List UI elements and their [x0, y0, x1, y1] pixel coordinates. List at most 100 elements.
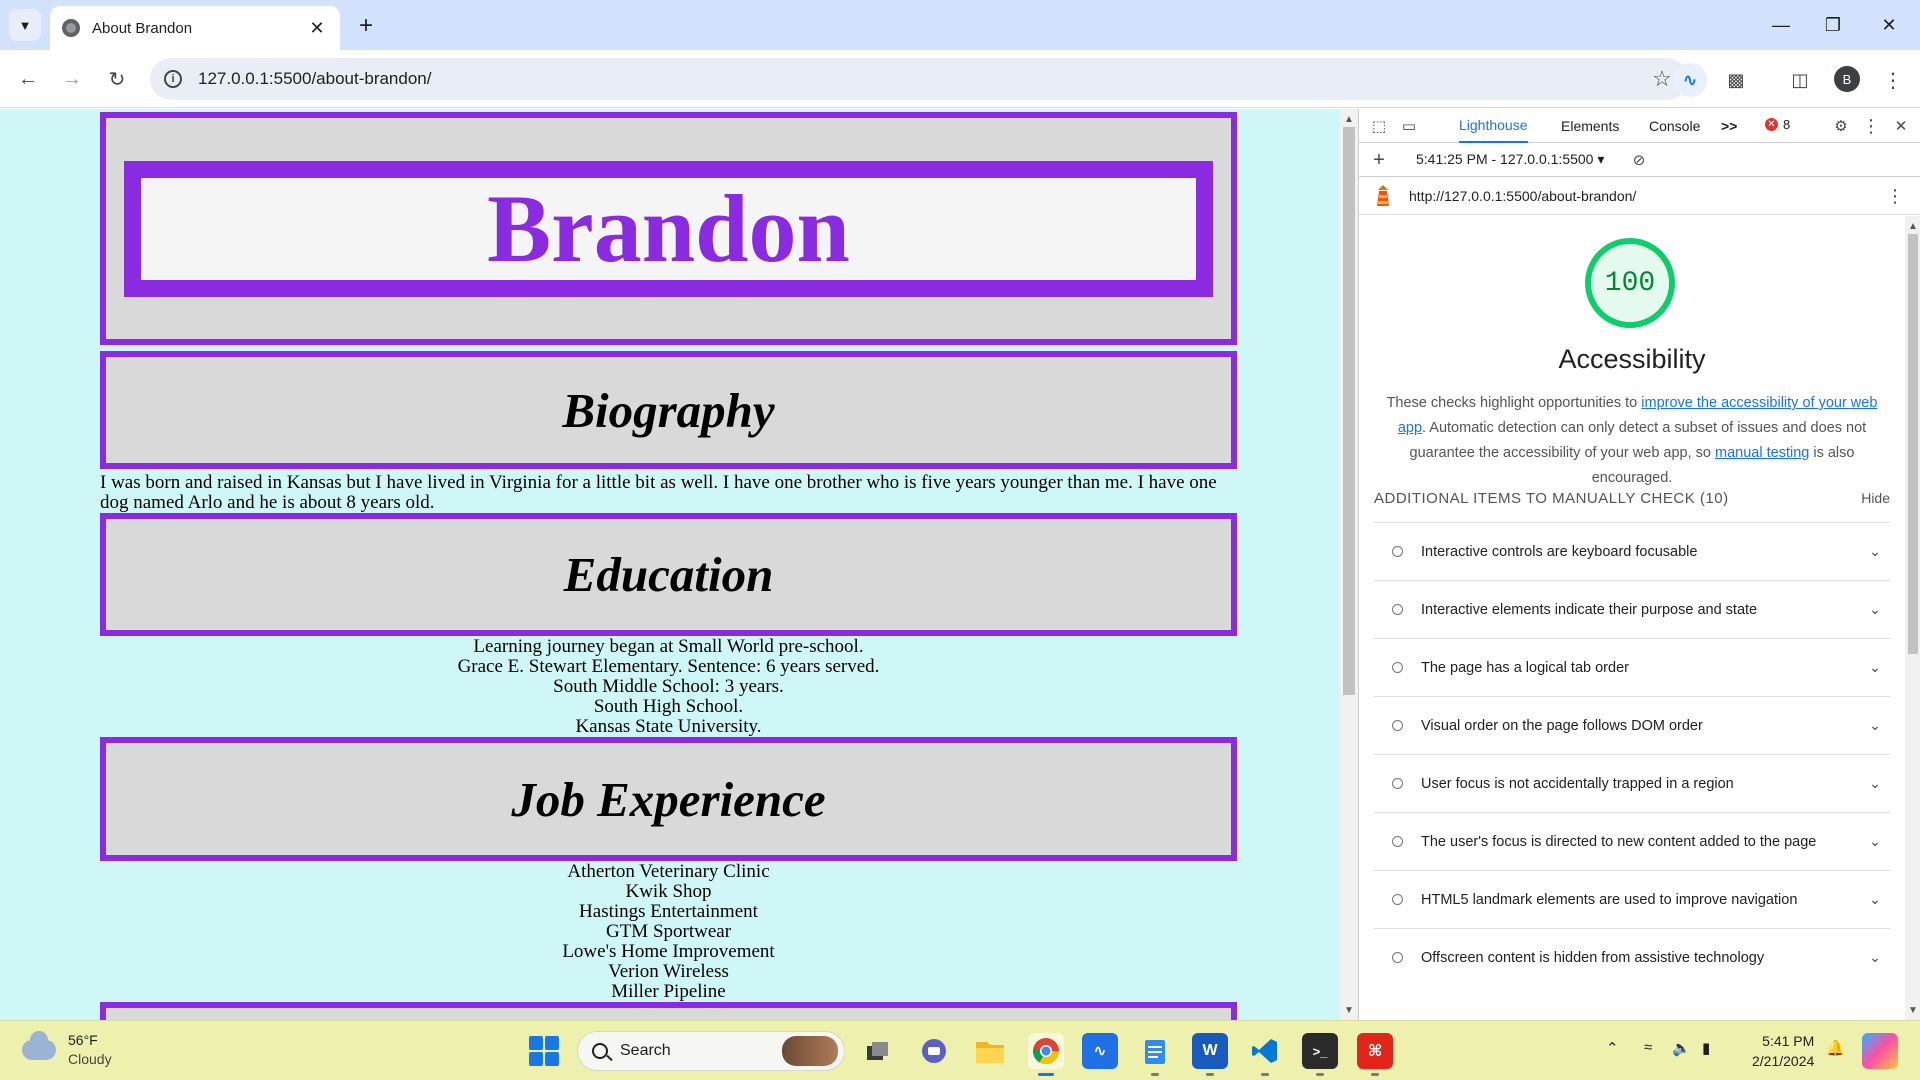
- page-scroll-thumb[interactable]: [1343, 127, 1355, 695]
- pdf-reader-icon[interactable]: ⌘: [1357, 1033, 1393, 1076]
- side-panel-icon[interactable]: ◫: [1783, 63, 1817, 97]
- tab-lighthouse[interactable]: Lighthouse: [1459, 109, 1528, 143]
- audit-title: Interactive controls are keyboard focusa…: [1421, 543, 1698, 560]
- copilot-icon[interactable]: [1862, 1033, 1898, 1069]
- job-line: Atherton Veterinary Clinic: [567, 861, 770, 882]
- scroll-up-arrow[interactable]: ▲: [1905, 218, 1920, 234]
- url-text[interactable]: 127.0.0.1:5500/about-brandon/: [198, 69, 1644, 89]
- restore-button[interactable]: ❐: [1810, 8, 1856, 42]
- category-description: These checks highlight opportunities to …: [1379, 391, 1885, 491]
- audit-status-icon: [1392, 836, 1403, 847]
- browser-menu-icon[interactable]: ⋮: [1876, 63, 1910, 97]
- education-line: Learning journey began at Small World pr…: [473, 636, 864, 657]
- audit-list: Interactive controls are keyboard focusa…: [1374, 522, 1890, 986]
- page-scrollbar[interactable]: ▲ ▼: [1340, 109, 1358, 1020]
- vscode-icon[interactable]: [1247, 1033, 1283, 1076]
- forward-button[interactable]: →: [56, 63, 88, 95]
- devtools-menu-icon[interactable]: ⋮: [1859, 114, 1883, 138]
- devtools-tabbar: ⬚ ▭ Lighthouse Elements Console >> ✕ 8 ⚙…: [1359, 109, 1920, 143]
- audit-item[interactable]: The user's focus is directed to new cont…: [1374, 812, 1890, 870]
- chevron-up-icon[interactable]: ⌃: [1606, 1039, 1619, 1057]
- new-report-icon[interactable]: +: [1367, 148, 1391, 172]
- audit-item[interactable]: Visual order on the page follows DOM ord…: [1374, 696, 1890, 754]
- notification-bell-icon[interactable]: 🔔: [1826, 1039, 1845, 1057]
- tab-console[interactable]: Console: [1649, 109, 1700, 143]
- audit-item[interactable]: Offscreen content is hidden from assisti…: [1374, 928, 1890, 986]
- scroll-down-arrow[interactable]: ▼: [1340, 1002, 1358, 1018]
- site-info-icon[interactable]: i: [164, 70, 182, 88]
- job-experience-list: Atherton Veterinary Clinic Kwik Shop Has…: [100, 862, 1237, 1002]
- taskbar-search[interactable]: Search: [577, 1031, 845, 1071]
- score-value: 100: [1604, 267, 1656, 299]
- running-indicator: [1261, 1073, 1269, 1076]
- education-line: Grace E. Stewart Elementary. Sentence: 6…: [457, 656, 880, 677]
- error-count-badge[interactable]: ✕ 8: [1765, 117, 1790, 132]
- profile-avatar[interactable]: B: [1834, 66, 1860, 92]
- extension-icon[interactable]: ∿: [1673, 63, 1707, 97]
- start-button[interactable]: [529, 1036, 559, 1066]
- scroll-down-arrow[interactable]: ▼: [1905, 1002, 1920, 1018]
- devtools-scrollbar[interactable]: ▲ ▼: [1905, 216, 1920, 1020]
- clear-report-icon[interactable]: ⊘: [1627, 148, 1651, 172]
- tab-elements[interactable]: Elements: [1561, 109, 1619, 143]
- devtools-scroll-thumb[interactable]: [1908, 234, 1918, 654]
- biography-heading: Biography: [562, 382, 775, 438]
- browser-tab[interactable]: About Brandon ✕: [50, 6, 340, 50]
- audit-status-icon: [1392, 894, 1403, 905]
- description-text: These checks highlight opportunities to: [1386, 395, 1642, 411]
- running-indicator: [1316, 1073, 1324, 1076]
- word-icon[interactable]: W: [1192, 1033, 1228, 1076]
- tab-search-button[interactable]: ▼: [9, 9, 41, 41]
- title-frame: Brandon: [124, 161, 1213, 297]
- volume-icon[interactable]: 🔈: [1672, 1039, 1691, 1057]
- gear-icon[interactable]: ⚙: [1829, 114, 1853, 138]
- audit-status-icon: [1392, 546, 1403, 557]
- education-section-header: Education: [100, 513, 1237, 636]
- system-clock[interactable]: 5:41 PM 2/21/2024: [1752, 1031, 1814, 1071]
- hide-button[interactable]: Hide: [1861, 490, 1890, 506]
- job-line: Hastings Entertainment: [579, 901, 758, 922]
- extensions-puzzle-icon[interactable]: ▩: [1719, 63, 1753, 97]
- inspect-element-icon[interactable]: ⬚: [1367, 114, 1391, 138]
- reload-button[interactable]: ↻: [101, 63, 133, 95]
- audit-title: The user's focus is directed to new cont…: [1421, 833, 1817, 850]
- score-gauge: 100: [1585, 238, 1675, 328]
- task-view-icon[interactable]: [860, 1033, 896, 1069]
- report-selector[interactable]: 5:41:25 PM - 127.0.0.1:5500 ▾: [1416, 151, 1604, 168]
- biography-text: I was born and raised in Kansas but I ha…: [100, 472, 1217, 513]
- teams-chat-icon[interactable]: [916, 1033, 952, 1069]
- minimize-button[interactable]: —: [1758, 8, 1804, 42]
- close-window-button[interactable]: ✕: [1866, 8, 1912, 42]
- audit-item[interactable]: User focus is not accidentally trapped i…: [1374, 754, 1890, 812]
- audio-app-icon[interactable]: ∿: [1082, 1033, 1118, 1069]
- audit-item[interactable]: HTML5 landmark elements are used to impr…: [1374, 870, 1890, 928]
- running-indicator: [1371, 1073, 1379, 1076]
- scroll-up-arrow[interactable]: ▲: [1340, 111, 1358, 127]
- more-tabs-button[interactable]: >>: [1721, 109, 1737, 143]
- close-devtools-icon[interactable]: ✕: [1889, 114, 1913, 138]
- manual-testing-link[interactable]: manual testing: [1715, 445, 1809, 461]
- chrome-icon[interactable]: [1028, 1033, 1064, 1076]
- terminal-icon[interactable]: >_: [1302, 1033, 1338, 1076]
- job-line: Lowe's Home Improvement: [562, 941, 775, 962]
- report-menu-icon[interactable]: ⋮: [1885, 186, 1905, 206]
- notepad-icon[interactable]: [1137, 1033, 1173, 1076]
- new-tab-button[interactable]: +: [352, 12, 380, 40]
- windows-logo-pane: [545, 1052, 559, 1066]
- weather-widget[interactable]: 56°F Cloudy: [22, 1031, 112, 1069]
- device-toolbar-icon[interactable]: ▭: [1397, 114, 1421, 138]
- audit-item[interactable]: The page has a logical tab order ⌄: [1374, 638, 1890, 696]
- audit-item[interactable]: Interactive elements indicate their purp…: [1374, 580, 1890, 638]
- chevron-down-icon: ⌄: [1869, 833, 1881, 849]
- site-title: Brandon: [487, 175, 850, 282]
- audit-title: User focus is not accidentally trapped i…: [1421, 775, 1734, 792]
- battery-icon[interactable]: ▮: [1702, 1039, 1710, 1057]
- windows-logo-pane: [545, 1036, 559, 1050]
- wifi-icon[interactable]: ≈: [1644, 1039, 1652, 1056]
- file-explorer-icon[interactable]: [972, 1033, 1008, 1069]
- close-icon[interactable]: ✕: [306, 17, 328, 39]
- running-indicator: [1206, 1073, 1214, 1076]
- address-bar[interactable]: i 127.0.0.1:5500/about-brandon/ ☆: [150, 58, 1688, 100]
- audit-item[interactable]: Interactive controls are keyboard focusa…: [1374, 522, 1890, 580]
- back-button[interactable]: ←: [12, 63, 44, 95]
